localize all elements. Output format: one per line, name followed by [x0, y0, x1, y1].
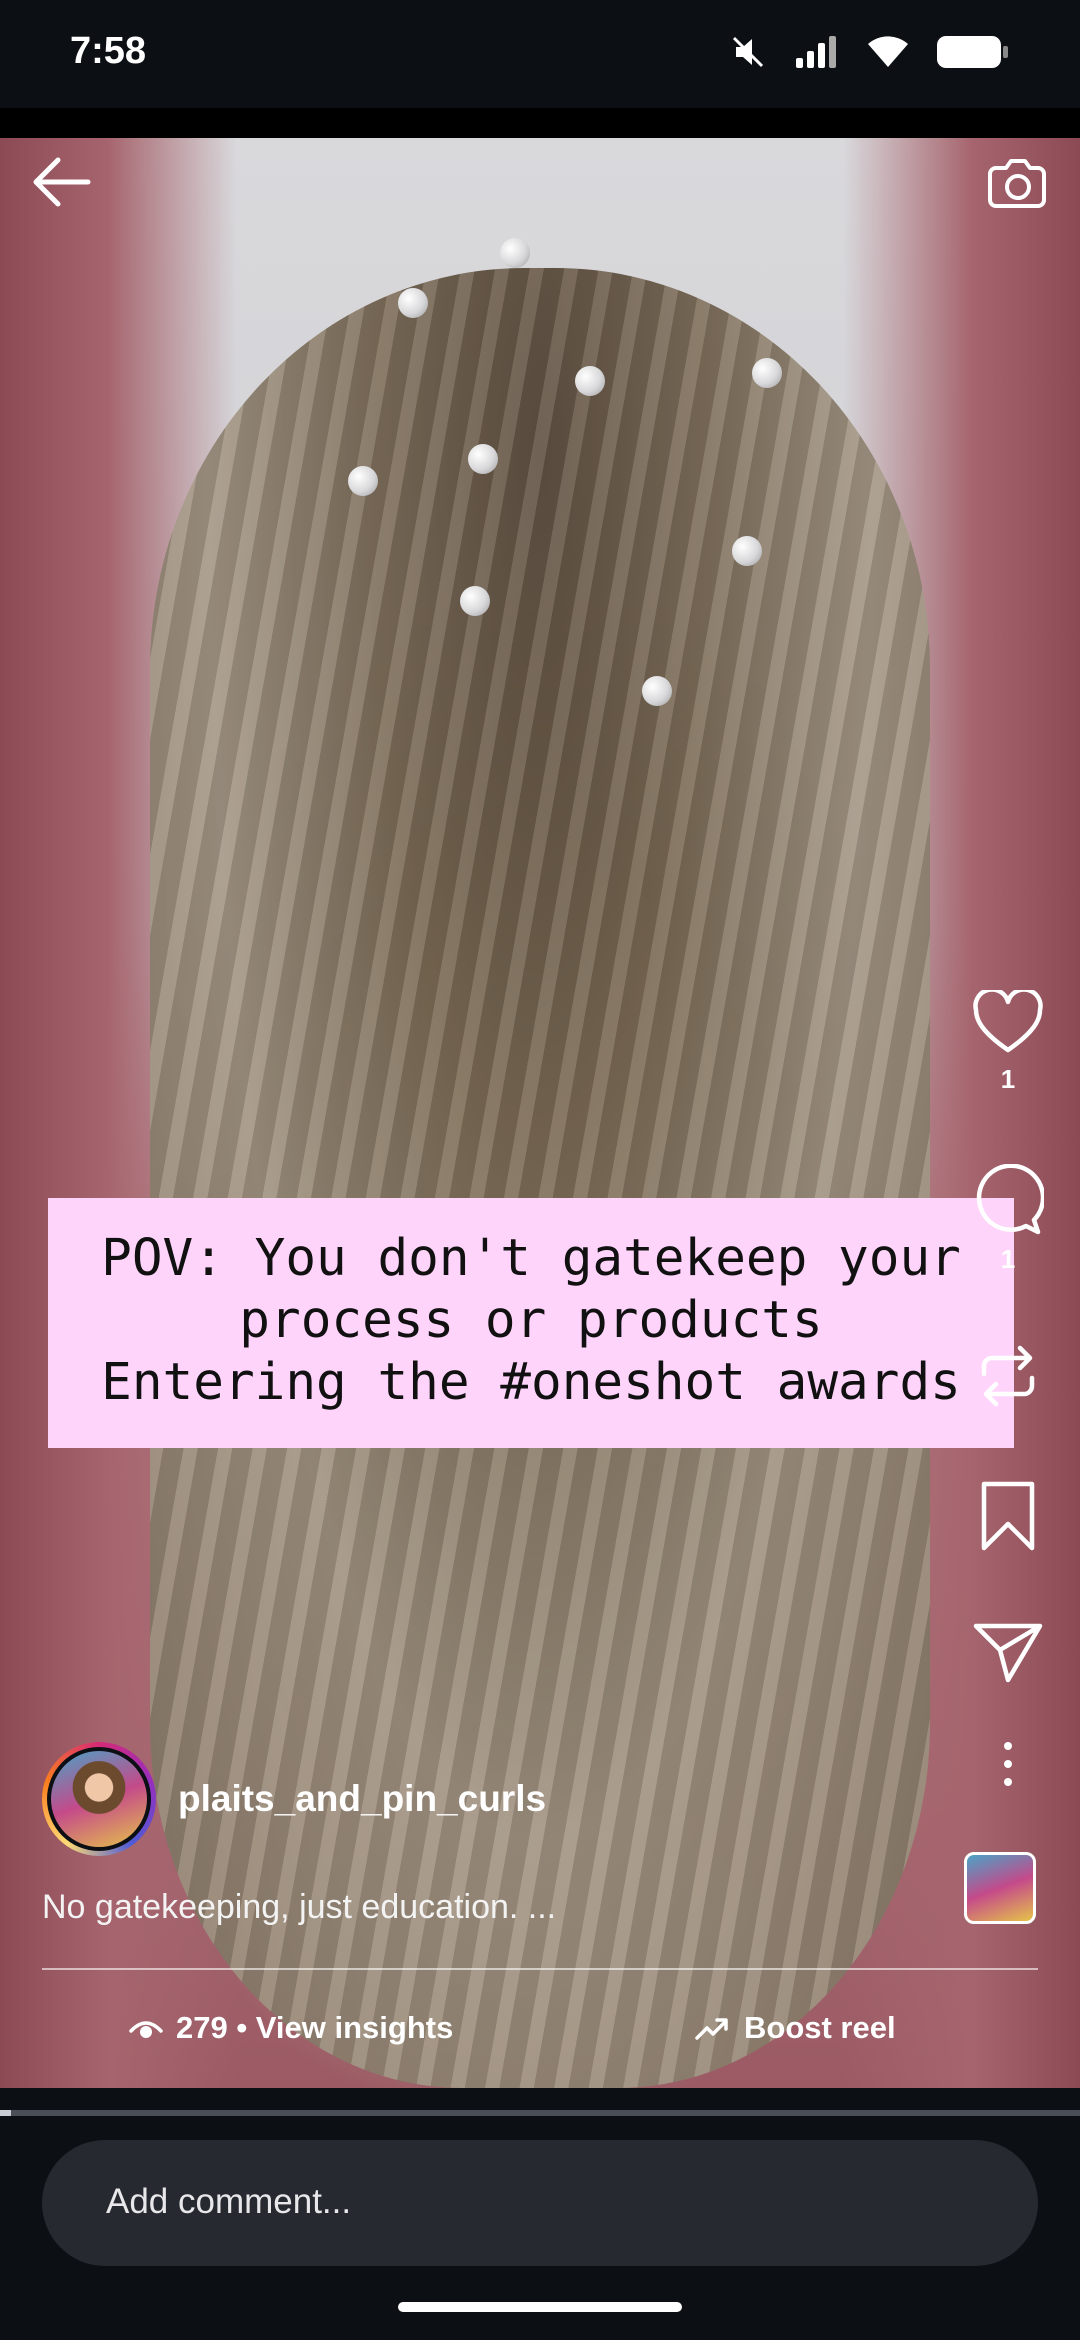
boost-label: Boost reel — [744, 2010, 896, 2045]
more-options-button[interactable] — [958, 1740, 1058, 1790]
avatar — [51, 1751, 147, 1847]
comment-count: 1 — [1000, 1244, 1016, 1274]
pearl — [460, 586, 490, 616]
pearl — [642, 676, 672, 706]
pearl — [575, 366, 605, 396]
comment-input[interactable]: Add comment... — [42, 2140, 1038, 2266]
signal-icon — [796, 36, 836, 68]
status-time: 7:58 — [70, 30, 147, 72]
remix-icon — [981, 1345, 1035, 1407]
playback-progress-fill — [0, 2110, 11, 2116]
comment-icon — [976, 1164, 1044, 1235]
more-options-icon — [1004, 1742, 1012, 1786]
reel-text-overlay: POV: You don't gatekeep your process or … — [48, 1198, 1014, 1448]
pearl — [752, 358, 782, 388]
pearl — [348, 466, 378, 496]
like-action[interactable]: 1 — [958, 990, 1058, 1095]
heart-icon — [973, 990, 1043, 1053]
mute-icon — [732, 36, 764, 68]
overlay-line: POV: You don't gatekeep your — [101, 1229, 961, 1288]
overlay-line: Entering the #oneshot awards — [101, 1353, 961, 1412]
status-icons — [728, 32, 1010, 72]
remix-action[interactable] — [958, 1340, 1058, 1412]
camera-button[interactable] — [982, 148, 1052, 218]
back-arrow-icon — [33, 157, 91, 207]
comment-action[interactable]: 1 — [958, 1164, 1058, 1275]
eye-icon — [129, 2021, 163, 2038]
author-username[interactable]: plaits_and_pin_curls — [178, 1778, 546, 1820]
battery-icon — [937, 36, 1008, 68]
trend-up-icon — [695, 2018, 728, 2040]
send-icon — [973, 1623, 1043, 1683]
reel-description[interactable]: No gatekeeping, just education. ... — [42, 1888, 556, 1927]
pearl — [468, 444, 498, 474]
boost-reel-button[interactable]: Boost reel — [694, 2010, 896, 2046]
avatar-story-ring[interactable] — [42, 1742, 156, 1856]
divider — [42, 1968, 1038, 1970]
back-button[interactable] — [28, 152, 98, 212]
pearl — [398, 288, 428, 318]
camera-icon — [988, 159, 1046, 208]
save-action[interactable] — [958, 1480, 1058, 1552]
views-text: 279 • View insights — [176, 2010, 454, 2045]
like-count: 1 — [1000, 1064, 1016, 1094]
home-indicator[interactable] — [398, 2302, 682, 2312]
status-bar: 7:58 — [0, 0, 1080, 108]
pearl — [500, 238, 530, 268]
pearl — [732, 536, 762, 566]
overlay-line: process or products — [239, 1291, 823, 1350]
audio-thumbnail[interactable] — [964, 1852, 1036, 1924]
playback-progress[interactable] — [0, 2110, 1080, 2116]
wifi-icon — [868, 36, 908, 67]
share-action[interactable] — [958, 1620, 1058, 1684]
view-insights-button[interactable]: 279 • View insights — [128, 2010, 453, 2046]
comment-placeholder: Add comment... — [106, 2182, 352, 2221]
author-row[interactable]: plaits_and_pin_curls — [42, 1742, 546, 1856]
status-divider — [0, 108, 1080, 138]
bookmark-icon — [981, 1481, 1035, 1551]
